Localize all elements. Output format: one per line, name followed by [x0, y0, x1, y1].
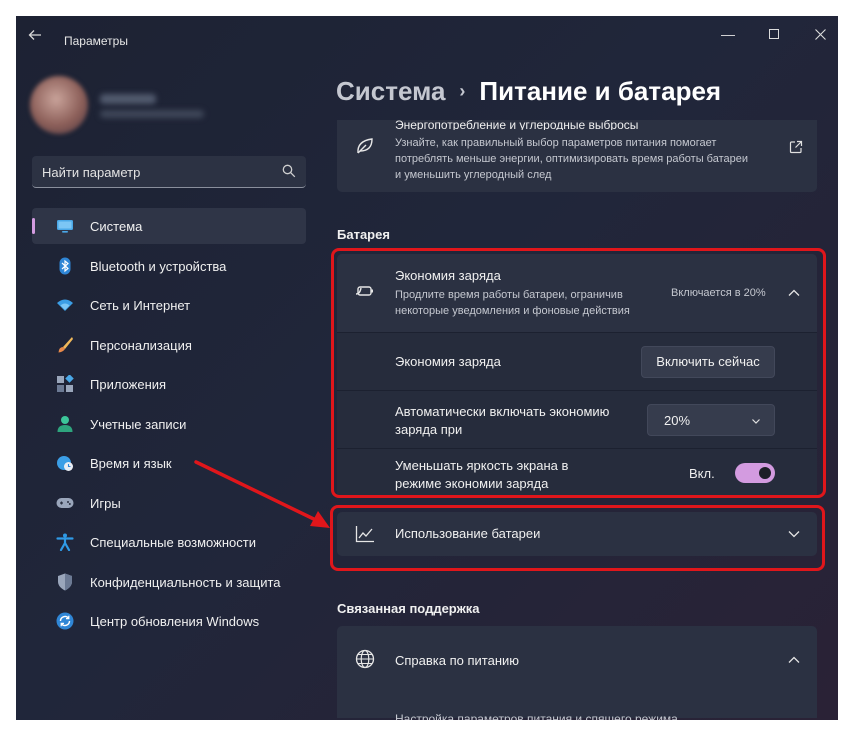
turn-on-now-button[interactable]: Включить сейчас [641, 346, 775, 378]
battery-saver-status: Включается в 20% [671, 287, 766, 299]
profile-email-blurred [100, 110, 204, 118]
sidebar-item-accessibility[interactable]: Специальные возможности [32, 524, 306, 560]
lower-brightness-label: Уменьшать яркость экрана в режиме эконом… [395, 458, 569, 491]
section-title-battery: Батарея [337, 227, 390, 242]
battery-saver-description: Продлите время работы батареи, ограничив… [395, 289, 630, 317]
profile-name-blurred [100, 94, 156, 104]
close-button[interactable] [808, 24, 832, 44]
sidebar-item-label: Персонализация [90, 337, 192, 353]
auto-saver-row: Автоматически включать экономию заряда п… [337, 390, 817, 448]
wifi-icon [57, 299, 73, 311]
chevron-up-icon[interactable] [787, 653, 801, 667]
chevron-down-icon [788, 531, 800, 538]
minimize-icon: — [721, 26, 735, 42]
back-button[interactable] [28, 28, 44, 44]
leaf-icon [357, 138, 373, 154]
settings-window: Параметры — Найти параметр Система Bluet… [16, 16, 838, 720]
section-title-related-support: Связанная поддержка [337, 601, 480, 616]
globe-icon [355, 649, 375, 669]
title-bar: Параметры — [16, 16, 838, 52]
power-help-header[interactable]: Справка по питанию [337, 626, 817, 692]
chart-line-icon [355, 526, 374, 543]
brush-icon [58, 336, 73, 352]
sidebar-item-label: Центр обновления Windows [90, 614, 260, 629]
select-value: 20% [664, 413, 691, 428]
power-help-label: Справка по питанию [395, 653, 520, 668]
sidebar-item-apps[interactable]: Приложения [32, 366, 306, 402]
sidebar-item-gaming[interactable]: Игры [32, 485, 306, 521]
lower-brightness-toggle[interactable] [735, 463, 775, 483]
accessibility-icon [56, 533, 74, 551]
auto-saver-threshold-select[interactable]: 20% [647, 404, 775, 436]
avatar [30, 76, 88, 134]
sidebar-item-personalization[interactable]: Персонализация [32, 327, 306, 363]
toggle-knob [759, 467, 771, 479]
energy-card-title: Энергопотребление и углеродные выбросы [395, 120, 639, 130]
battery-saver-group: Экономия заряда Продлите время работы ба… [337, 254, 817, 498]
update-icon [56, 612, 74, 630]
user-icon [57, 415, 73, 432]
sidebar-item-label: Система [90, 219, 143, 234]
page-title: Питание и батарея [479, 76, 722, 106]
external-link-icon[interactable] [789, 140, 803, 154]
active-indicator [32, 218, 35, 234]
toggle-state-label: Вкл. [689, 466, 715, 481]
battery-saver-now-label: Экономия заряда [395, 354, 501, 369]
sidebar-nav: Система Bluetooth и устройства Сеть и Ин… [32, 208, 306, 643]
sidebar-item-label: Bluetooth и устройства [90, 258, 227, 274]
battery-saver-now-row: Экономия заряда Включить сейчас [337, 332, 817, 390]
energy-card[interactable]: Энергопотребление и углеродные выбросы У… [337, 120, 817, 192]
battery-saver-icon [355, 286, 373, 296]
sidebar-item-label: Приложения [90, 377, 167, 392]
breadcrumb: Система › Питание и батарея [336, 76, 721, 107]
sidebar-item-label: Конфиденциальность и защита [90, 574, 281, 590]
power-help-sub-link[interactable]: Настройка параметров питания и спящего р… [395, 712, 678, 720]
maximize-button[interactable] [762, 24, 786, 44]
close-icon [814, 29, 826, 40]
sidebar-item-accounts[interactable]: Учетные записи [32, 406, 306, 442]
auto-saver-label: Автоматически включать экономию заряда п… [395, 404, 610, 437]
battery-usage-card[interactable]: Использование батареи [337, 512, 817, 556]
search-icon [282, 164, 296, 178]
minimize-button[interactable]: — [716, 24, 740, 44]
power-help-card: Справка по питанию Настройка параметров … [337, 626, 817, 720]
sidebar-item-time-language[interactable]: Время и язык [32, 445, 306, 481]
globe-clock-icon [57, 456, 73, 471]
bluetooth-icon [59, 257, 71, 274]
energy-card-description: Узнайте, как правильный выбор параметров… [395, 137, 749, 181]
sidebar-item-label: Время и язык [90, 456, 172, 471]
battery-saver-header[interactable]: Экономия заряда Продлите время работы ба… [337, 254, 817, 332]
sidebar-item-bluetooth[interactable]: Bluetooth и устройства [32, 248, 306, 284]
battery-usage-label: Использование батареи [395, 526, 541, 541]
sidebar-item-network[interactable]: Сеть и Интернет [32, 287, 306, 323]
search-placeholder: Найти параметр [42, 165, 141, 180]
sidebar-item-windows-update[interactable]: Центр обновления Windows [32, 603, 306, 639]
battery-saver-title: Экономия заряда [395, 268, 501, 283]
sidebar-item-system[interactable]: Система [32, 208, 306, 244]
sidebar-item-privacy[interactable]: Конфиденциальность и защита [32, 564, 306, 600]
chevron-up-icon[interactable] [787, 286, 801, 300]
sidebar-item-label: Учетные записи [90, 416, 187, 432]
breadcrumb-parent[interactable]: Система [336, 76, 445, 106]
sidebar-item-label: Игры [90, 495, 121, 511]
monitor-icon [57, 220, 73, 233]
arrow-left-icon [28, 30, 41, 40]
chevron-down-icon [752, 419, 760, 424]
shield-icon [58, 573, 72, 590]
search-input[interactable]: Найти параметр [32, 156, 306, 188]
chevron-right-icon: › [459, 81, 466, 101]
apps-icon [57, 375, 74, 392]
gamepad-icon [56, 497, 74, 508]
app-title: Параметры [64, 34, 128, 48]
maximize-icon [769, 29, 779, 39]
lower-brightness-row: Уменьшать яркость экрана в режиме эконом… [337, 448, 817, 498]
sidebar-item-label: Сеть и Интернет [90, 298, 191, 313]
sidebar-item-label: Специальные возможности [90, 535, 256, 550]
